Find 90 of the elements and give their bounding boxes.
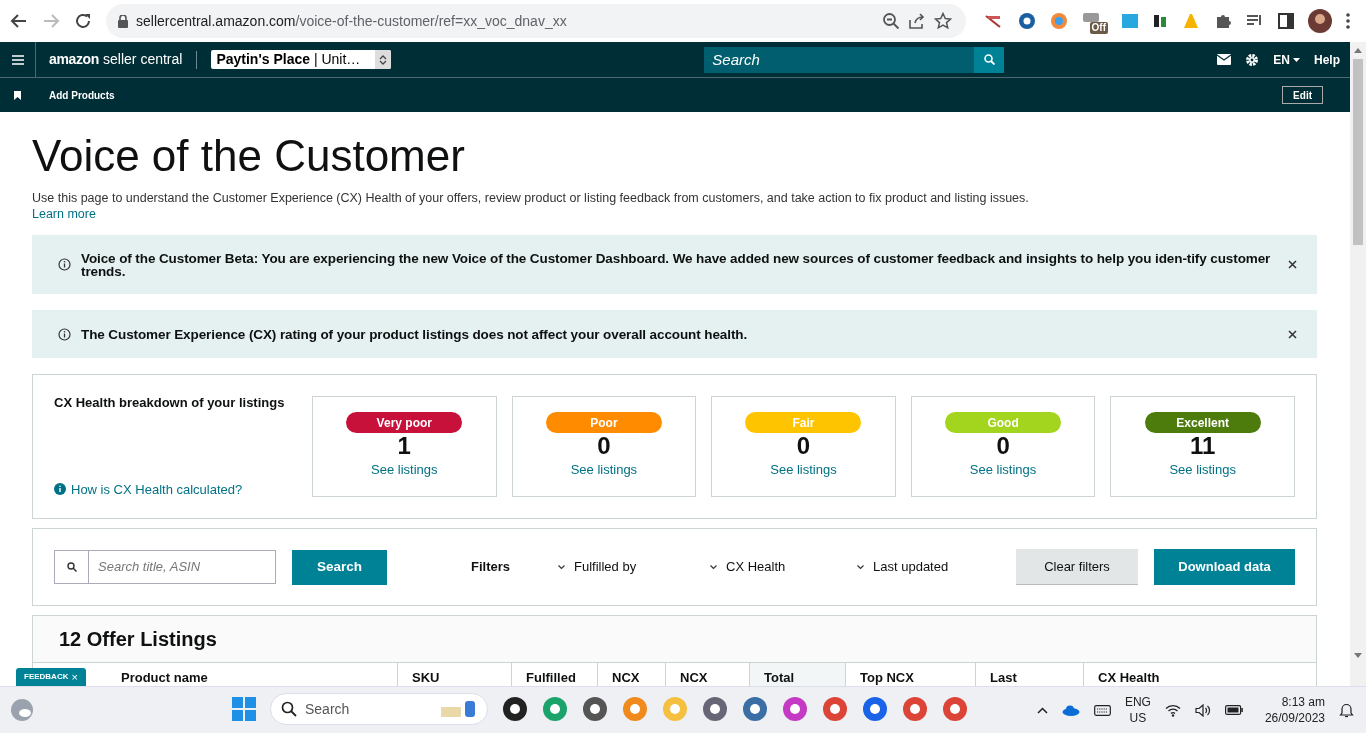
see-listings-link[interactable]: See listings: [770, 460, 837, 480]
back-icon[interactable]: [10, 12, 28, 30]
address-bar[interactable]: sellercentral.amazon.com/voice-of-the-customer/ref=xx_voc_dnav_xx: [106, 4, 966, 38]
help-link[interactable]: Help: [1314, 50, 1340, 69]
caret-icon: [1293, 57, 1300, 62]
search-button[interactable]: Search: [292, 549, 387, 585]
learn-more-link[interactable]: Learn more: [32, 206, 96, 222]
search-field[interactable]: Search: [704, 46, 1005, 73]
health-badge: Poor: [545, 412, 662, 433]
see-listings-link[interactable]: See listings: [371, 460, 438, 480]
store-selector[interactable]: Paytin's Place | Unit…: [211, 50, 392, 69]
search-icon: [281, 701, 297, 717]
see-listings-link[interactable]: See listings: [969, 460, 1037, 480]
windows-start-icon[interactable]: [232, 697, 256, 721]
filters-label: Filters: [471, 558, 510, 577]
health-badge: Excellent: [1144, 412, 1261, 433]
banner-text: The Customer Experience (CX) rating of your product listings does not affect your overall account health.: [81, 327, 749, 341]
app-icon[interactable]: [782, 696, 808, 722]
feedback-tab[interactable]: FEEDBACK ×: [16, 668, 86, 686]
listings-title: 12 Offer Listings: [59, 627, 217, 652]
nav-link[interactable]: Add Products: [49, 87, 115, 103]
extension-icon[interactable]: [1082, 10, 1100, 24]
column-header[interactable]: Total: [749, 663, 845, 686]
side-panel-icon[interactable]: [1278, 13, 1294, 29]
listing-count: 0: [597, 434, 611, 458]
health-badge: Fair: [745, 412, 862, 433]
language-selector[interactable]: EN: [1273, 50, 1300, 69]
listing-count: 11: [1190, 434, 1216, 458]
search-icon: [66, 562, 77, 572]
see-listings-link[interactable]: See listings: [1169, 460, 1236, 480]
lock-icon: [118, 14, 128, 28]
filter-dropdown[interactable]: Last updated: [857, 557, 977, 577]
download-data-button[interactable]: Download data: [1154, 549, 1295, 585]
close-icon[interactable]: [1288, 329, 1297, 339]
health-badge: Very poor: [346, 412, 463, 433]
scroll-down-icon[interactable]: [1354, 653, 1362, 658]
search-field[interactable]: Search title, ASIN: [54, 550, 276, 584]
filter-dropdown[interactable]: Fulfilled by: [558, 557, 688, 577]
weather-icon[interactable]: [10, 698, 34, 722]
puzzle-icon[interactable]: [1214, 12, 1232, 30]
clear-filters-button[interactable]: Clear filters: [1016, 549, 1138, 585]
extension-icon[interactable]: [1152, 14, 1168, 28]
spinner-arrows-icon: [379, 53, 388, 66]
scrollbar-thumb[interactable]: [1353, 59, 1363, 245]
notification-bell-icon[interactable]: [1339, 702, 1354, 718]
chevron-down-icon: [558, 564, 565, 570]
taskbar-search-field[interactable]: Search: [270, 693, 488, 725]
zoom-out-icon[interactable]: [882, 12, 900, 30]
filter-dropdown[interactable]: CX Health: [710, 557, 835, 577]
menu-icon[interactable]: [11, 54, 24, 65]
amazon-seller-central-logo[interactable]: amazon seller central: [49, 49, 183, 70]
cloud-icon[interactable]: [1061, 704, 1080, 716]
menu-icon[interactable]: [1346, 13, 1350, 29]
url-text: sellercentral.amazon.com/voice-of-the-customer/ref=xx_voc_dnav_xx: [136, 11, 568, 31]
page-title: Voice of the Customer: [32, 130, 466, 182]
info-icon: [58, 258, 71, 271]
close-icon[interactable]: [1288, 260, 1297, 269]
banner-text: Voice of the Customer Beta: You are experiencing the new Voice of the Customer Dashboard. We have added new sources of customer feedback and insights to help you iden-tify customer trends.: [81, 251, 1272, 278]
clock[interactable]: 8:13 am 26/09/2023: [1264, 694, 1325, 726]
listing-count: 0: [996, 434, 1010, 458]
avatar-icon[interactable]: [1308, 9, 1332, 33]
listing-count: 1: [397, 434, 411, 458]
mail-icon[interactable]: [1217, 54, 1232, 65]
panel-title: CX Health breakdown of your listings: [54, 395, 286, 410]
health-badge: Good: [945, 412, 1062, 433]
star-icon[interactable]: [934, 12, 952, 30]
info-icon: [58, 327, 71, 341]
chevron-down-icon: [857, 564, 864, 570]
speaker-icon[interactable]: [1194, 703, 1211, 717]
language-indicator[interactable]: ENG US: [1124, 694, 1151, 726]
search-icon[interactable]: [983, 54, 995, 65]
app-icon[interactable]: [862, 696, 888, 722]
extension-icon[interactable]: [1018, 12, 1036, 30]
bookmark-icon[interactable]: [14, 90, 21, 100]
see-listings-link[interactable]: See listings: [570, 460, 638, 480]
scroll-up-icon[interactable]: [1354, 48, 1362, 53]
column-header[interactable]: Product name: [121, 663, 397, 686]
chevron-down-icon: [710, 564, 717, 570]
extension-badge: Off: [1089, 22, 1108, 34]
reload-icon[interactable]: [74, 12, 92, 30]
page-description: Use this page to understand the Customer Experience (CX) Health of your offers, review product or listing feedback from customers, and take action to fix product and listing issues.: [32, 190, 1030, 206]
edit-button[interactable]: Edit: [1282, 86, 1323, 104]
chevron-up-icon[interactable]: [1036, 706, 1048, 714]
keyboard-icon[interactable]: [1093, 704, 1111, 716]
battery-icon[interactable]: [1224, 705, 1243, 715]
info-icon: [54, 483, 66, 496]
wifi-icon[interactable]: [1164, 703, 1181, 717]
help-link[interactable]: How is CX Health calculated?: [54, 479, 312, 499]
share-icon[interactable]: [908, 12, 926, 30]
listing-count: 0: [796, 434, 811, 458]
